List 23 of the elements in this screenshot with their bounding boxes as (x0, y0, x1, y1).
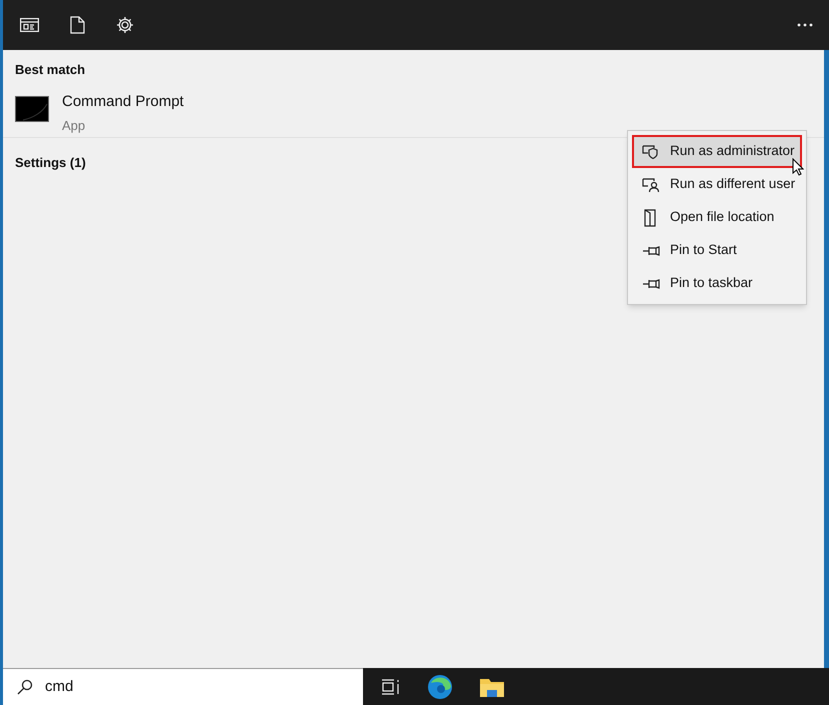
browser-icon[interactable] (427, 674, 453, 700)
app-window-icon[interactable] (20, 18, 39, 32)
menu-item[interactable]: Run as different user (632, 168, 802, 201)
more-icon[interactable] (797, 23, 813, 27)
user-icon (642, 176, 660, 192)
menu-item[interactable]: Pin to Start (632, 234, 802, 267)
document-icon[interactable] (70, 16, 85, 34)
terminal-icon (15, 96, 49, 122)
task-view-icon[interactable] (381, 678, 401, 694)
result-subtitle: App (62, 116, 86, 135)
menu-item[interactable]: Run as administrator (632, 135, 802, 168)
search-field[interactable]: cmd (3, 668, 363, 705)
section-heading: Best match (15, 61, 86, 79)
shield-icon (642, 144, 660, 160)
menu-item[interactable]: Pin to taskbar (632, 267, 802, 300)
result-title: Command Prompt (62, 92, 184, 112)
pin-icon (642, 244, 660, 256)
section-heading: Settings (1) (15, 154, 86, 172)
menu-item[interactable]: Open file location (632, 201, 802, 234)
pin-icon (642, 278, 660, 290)
cursor-icon (792, 158, 804, 176)
search-icon (17, 679, 33, 695)
settings-icon[interactable] (116, 16, 134, 34)
